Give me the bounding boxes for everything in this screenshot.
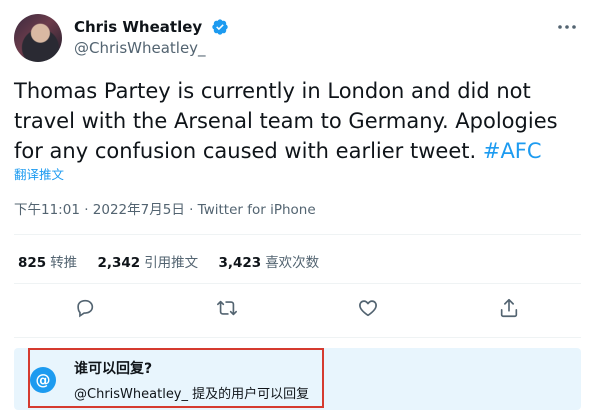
tweet-stats: 825 转推 2,342 引用推文 3,423 喜欢次数: [18, 251, 335, 271]
tweet-text: Thomas Partey is currently in London and…: [14, 76, 586, 166]
share-icon[interactable]: [498, 297, 520, 319]
verified-badge-icon: [212, 18, 228, 35]
quotes-label: 引用推文: [144, 255, 199, 271]
retweets-count: 825: [18, 255, 47, 271]
reply-icon[interactable]: [74, 297, 96, 319]
author-handle[interactable]: @ChrisWheatley_: [74, 39, 229, 57]
retweets-stat[interactable]: 825 转推: [18, 251, 77, 271]
author-names: Chris Wheatley @ChrisWheatley_: [74, 16, 229, 57]
likes-count: 3,423: [218, 255, 262, 271]
tweet-actions: [14, 297, 581, 327]
divider: [14, 283, 581, 284]
more-options-icon[interactable]: [557, 20, 577, 34]
divider: [14, 337, 581, 338]
hashtag-link[interactable]: #AFC: [483, 139, 542, 163]
like-heart-icon[interactable]: [357, 297, 379, 319]
tweet-header: Chris Wheatley @ChrisWheatley_: [14, 14, 581, 64]
retweet-icon[interactable]: [216, 297, 238, 319]
author-display-name[interactable]: Chris Wheatley: [74, 18, 202, 36]
highlight-box: [28, 348, 324, 408]
likes-label: 喜欢次数: [265, 255, 320, 271]
avatar[interactable]: [14, 14, 62, 62]
translate-tweet-link[interactable]: 翻译推文: [14, 164, 64, 183]
quotes-count: 2,342: [97, 255, 141, 271]
tweet-text-main: Thomas Partey is currently in London and…: [14, 79, 558, 163]
retweets-label: 转推: [50, 255, 78, 271]
tweet-timestamp-source[interactable]: 下午11:01 · 2022年7月5日 · Twitter for iPhone: [14, 198, 316, 218]
quotes-stat[interactable]: 2,342 引用推文: [97, 251, 198, 271]
likes-stat[interactable]: 3,423 喜欢次数: [218, 251, 319, 271]
divider: [14, 234, 581, 235]
